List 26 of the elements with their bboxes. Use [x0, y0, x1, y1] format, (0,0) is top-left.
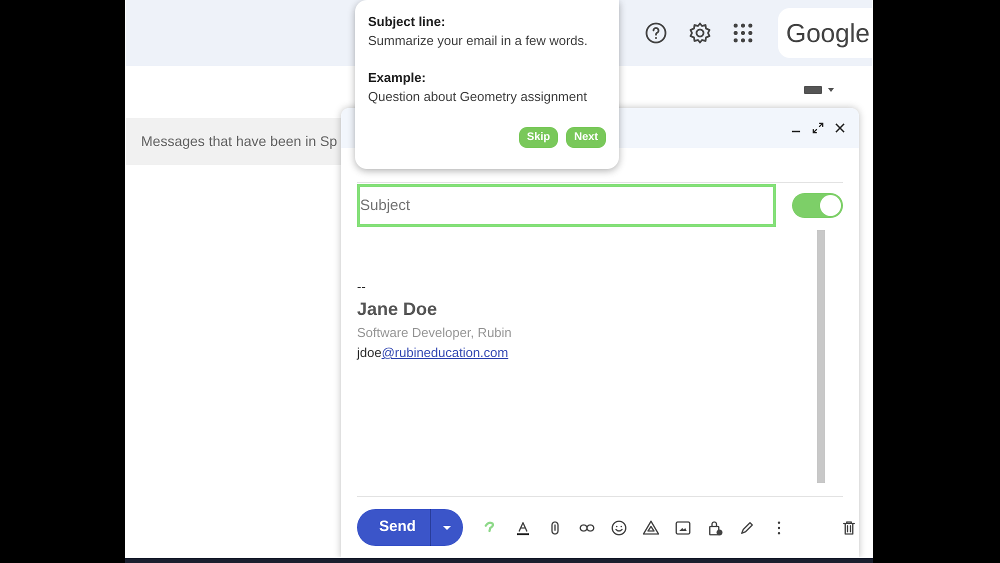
close-icon[interactable] — [833, 121, 847, 135]
signature-name: Jane Doe — [357, 298, 438, 321]
trash-icon[interactable] — [840, 518, 858, 536]
settings-icon[interactable] — [688, 21, 712, 45]
help-icon[interactable] — [644, 21, 668, 45]
tooltip-heading: Subject line: — [368, 13, 446, 31]
keyboard-icon[interactable] — [803, 84, 835, 96]
send-button[interactable]: Send — [357, 509, 430, 546]
caret-icon — [442, 524, 452, 530]
drive-icon[interactable] — [642, 518, 660, 536]
example-heading: Example: — [368, 69, 427, 87]
expand-icon[interactable] — [811, 121, 825, 135]
lock-clock-icon[interactable] — [706, 518, 724, 536]
emoji-icon[interactable] — [610, 518, 628, 536]
signature-separator: -- — [357, 278, 367, 296]
subject-field[interactable]: Subject — [357, 184, 776, 227]
signature-title: Software Developer, Rubin — [357, 324, 513, 342]
email-address: jdoe — [357, 344, 382, 362]
google-logo[interactable]: Google — [778, 8, 873, 58]
scrollbar[interactable] — [817, 230, 825, 483]
apps-icon[interactable] — [732, 22, 754, 44]
photo-icon[interactable] — [674, 518, 692, 536]
email-link[interactable]: @rubineducation.com — [382, 343, 508, 363]
toggle-switch[interactable] — [792, 193, 843, 218]
tooltip-text: Summarize your email in a few words. — [368, 32, 589, 50]
example-text: Question about Geometry assignment — [368, 88, 588, 106]
